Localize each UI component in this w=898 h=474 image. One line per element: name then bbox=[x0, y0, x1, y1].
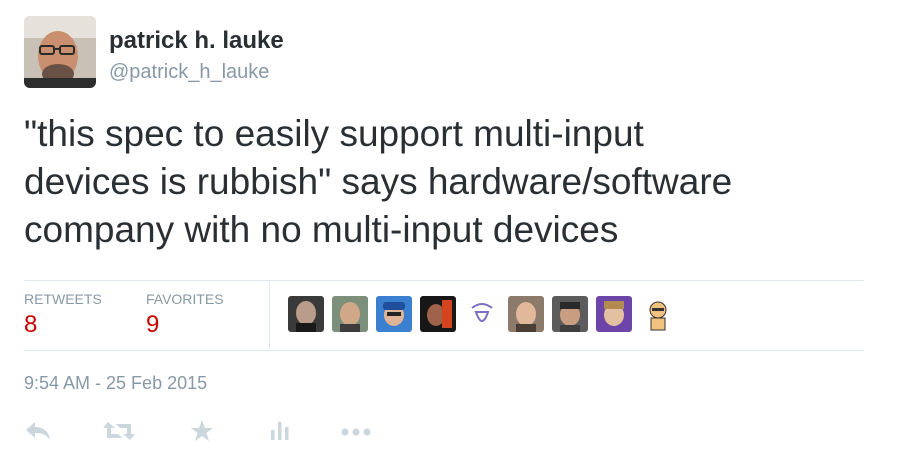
analytics-icon bbox=[271, 422, 289, 440]
reply-icon bbox=[26, 422, 50, 440]
divider bbox=[24, 280, 864, 281]
divider bbox=[24, 350, 864, 351]
more-button[interactable] bbox=[340, 418, 372, 444]
favoriter-avatar-7-icon[interactable] bbox=[552, 296, 588, 332]
favorite-icon bbox=[191, 420, 213, 441]
more-icon bbox=[341, 428, 371, 436]
tweet-timestamp[interactable]: 9:54 AM - 25 Feb 2015 bbox=[24, 372, 207, 394]
tweet-text: "this spec to easily support multi-input… bbox=[24, 110, 874, 254]
analytics-button[interactable] bbox=[268, 418, 292, 444]
divider bbox=[269, 281, 270, 349]
retweet-button[interactable] bbox=[102, 418, 136, 444]
favoriter-avatar-4-icon[interactable] bbox=[420, 296, 456, 332]
author-avatar[interactable] bbox=[24, 16, 96, 88]
tweet-text-line: devices is rubbish" says hardware/softwa… bbox=[24, 161, 733, 202]
retweet-icon bbox=[103, 422, 135, 440]
favorite-button[interactable] bbox=[189, 418, 215, 444]
retweets-label: RETWEETS bbox=[24, 291, 102, 307]
favoriter-avatar-2-icon[interactable] bbox=[332, 296, 368, 332]
tweet-text-line: company with no multi-input devices bbox=[24, 209, 619, 250]
reply-button[interactable] bbox=[24, 418, 52, 444]
favoriter-avatar-8-icon[interactable] bbox=[596, 296, 632, 332]
author-name[interactable]: patrick h. lauke bbox=[109, 26, 284, 56]
user-avatar-icon bbox=[24, 16, 96, 88]
author-handle[interactable]: @patrick_h_lauke bbox=[109, 60, 269, 84]
favoriter-avatar-1-icon[interactable] bbox=[288, 296, 324, 332]
favoriter-avatar-3-icon[interactable] bbox=[376, 296, 412, 332]
retweets-count[interactable]: 8 bbox=[24, 310, 37, 340]
favorites-count[interactable]: 9 bbox=[146, 310, 159, 340]
tweet-text-line: "this spec to easily support multi-input bbox=[24, 113, 644, 154]
favoriter-avatar-6-icon[interactable] bbox=[508, 296, 544, 332]
favorites-label: FAVORITES bbox=[146, 291, 224, 307]
favoriter-avatar-9-icon[interactable] bbox=[640, 296, 676, 332]
favoriter-avatar-5-icon[interactable] bbox=[464, 296, 500, 332]
